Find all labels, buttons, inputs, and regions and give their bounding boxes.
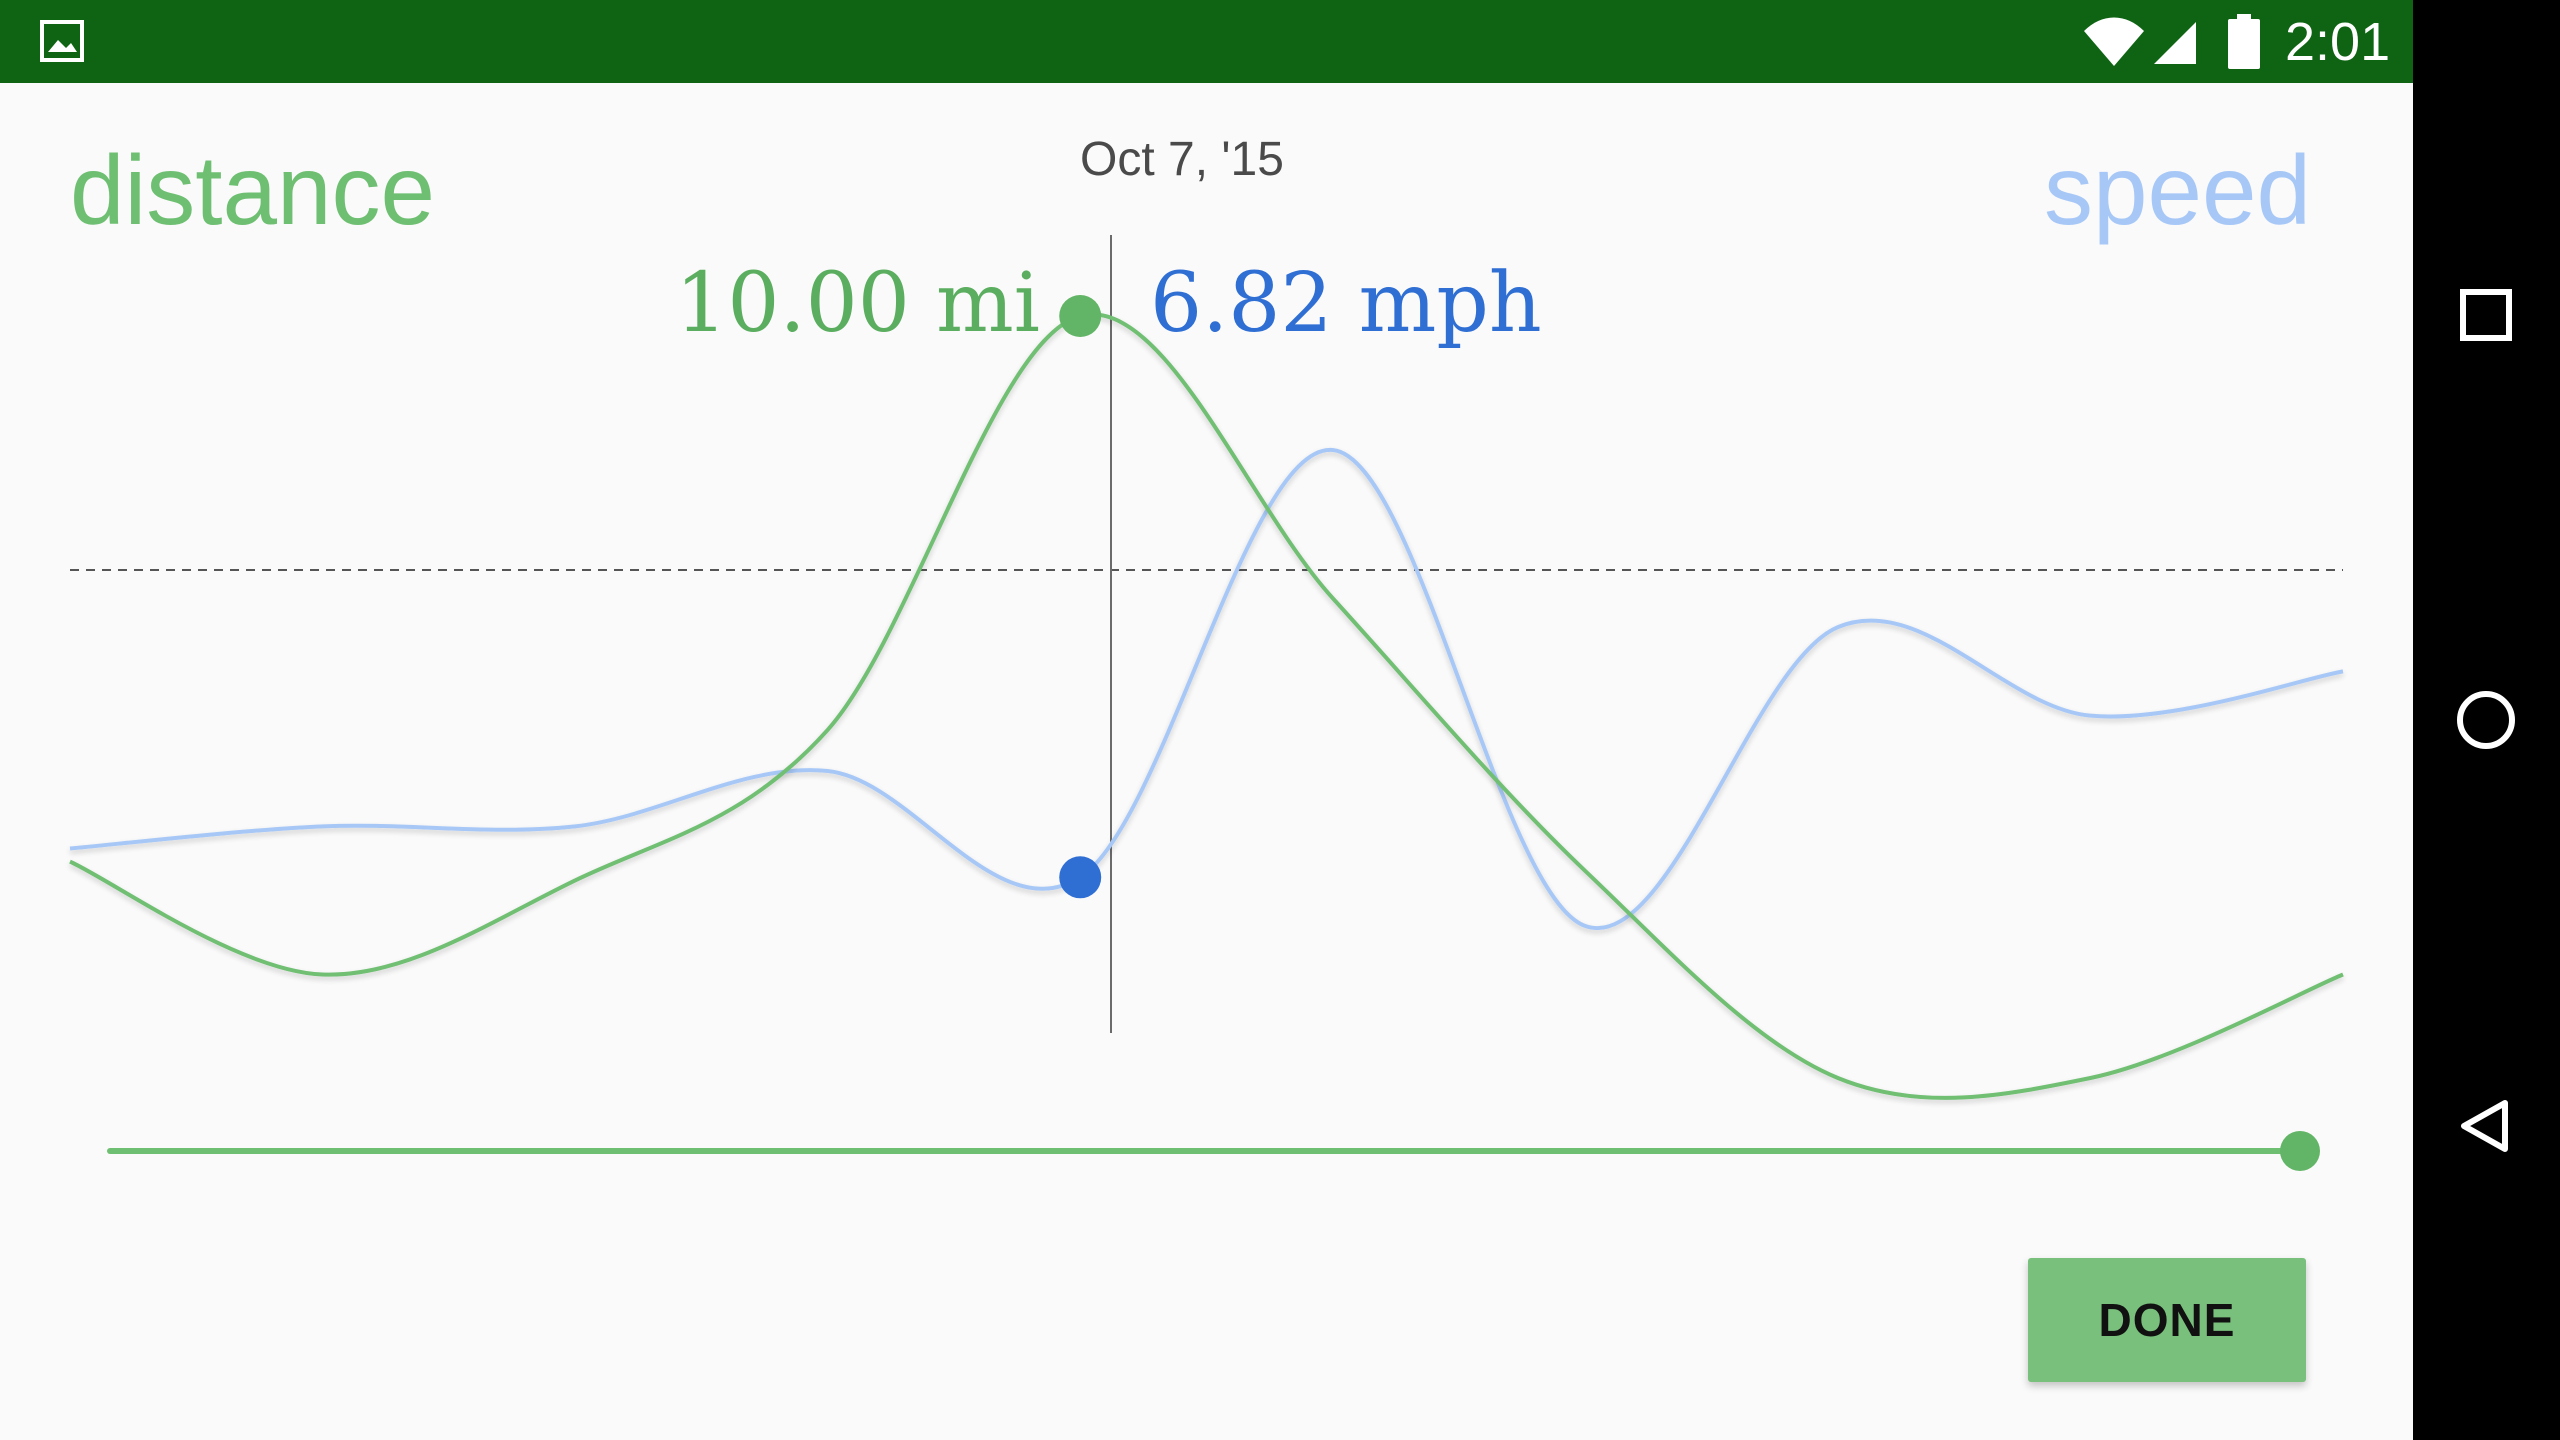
distance-data-point bbox=[1332, 597, 1334, 599]
speed-value-label: 6.82 mph bbox=[1150, 256, 1542, 351]
status-bar: 2:01 bbox=[0, 0, 2413, 83]
distance-value-label: 10.00 mi bbox=[675, 256, 1040, 351]
distance-data-point bbox=[1584, 870, 1586, 872]
cellular-signal-icon bbox=[2154, 22, 2196, 64]
speed-data-point bbox=[1837, 626, 1839, 628]
done-button[interactable]: DONE bbox=[2028, 1258, 2306, 1382]
speed-series-line bbox=[69, 447, 2344, 931]
speed-data-point[interactable] bbox=[1059, 856, 1102, 899]
recents-square-icon[interactable] bbox=[2453, 282, 2519, 348]
speed-data-point bbox=[1332, 449, 1334, 451]
distance-data-point bbox=[322, 974, 324, 976]
speed-data-point bbox=[2089, 715, 2091, 717]
status-time: 2:01 bbox=[2285, 12, 2391, 72]
distance-series-line bbox=[69, 312, 2344, 1100]
selected-date-label: Oct 7, '15 bbox=[1080, 133, 1284, 186]
distance-data-point bbox=[827, 729, 829, 731]
speed-data-point bbox=[69, 848, 71, 850]
distance-data-point[interactable] bbox=[1059, 295, 1102, 337]
speed-data-point bbox=[827, 770, 829, 772]
wifi-icon bbox=[2084, 17, 2144, 66]
image-icon bbox=[40, 20, 84, 62]
distance-data-point bbox=[2342, 974, 2344, 976]
back-triangle-icon[interactable] bbox=[2453, 1093, 2519, 1159]
speed-data-point bbox=[1584, 925, 1586, 927]
speed-data-point bbox=[322, 825, 324, 827]
battery-icon bbox=[2228, 14, 2260, 69]
distance-data-point bbox=[69, 861, 71, 863]
speed-data-point bbox=[2342, 670, 2344, 672]
speed-data-point bbox=[574, 825, 576, 827]
home-circle-icon[interactable] bbox=[2453, 687, 2519, 753]
distance-axis-label: distance bbox=[70, 135, 436, 245]
distance-data-point bbox=[1837, 1077, 1839, 1079]
distance-data-point bbox=[574, 879, 576, 881]
chart-screen: distance speed Oct 7, '15 10.00 mi 6.82 … bbox=[0, 83, 2413, 1440]
android-navigation-bar bbox=[2413, 0, 2560, 1440]
distance-data-point bbox=[2089, 1077, 2091, 1079]
speed-axis-label: speed bbox=[2043, 135, 2311, 245]
